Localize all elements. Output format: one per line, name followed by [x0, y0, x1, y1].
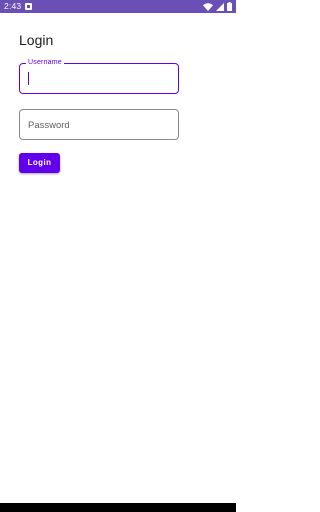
- status-bar: 2:43: [0, 0, 236, 13]
- username-field[interactable]: Username: [19, 58, 179, 94]
- status-time: 2:43: [4, 1, 22, 11]
- username-label: Username: [26, 58, 64, 67]
- login-screen: 2:43 Login Username Password Login: [0, 0, 236, 512]
- status-icons: [203, 2, 232, 11]
- login-button[interactable]: Login: [19, 153, 60, 173]
- signal-icon: [216, 2, 224, 11]
- battery-icon: [227, 2, 232, 11]
- password-placeholder: Password: [28, 120, 70, 131]
- notification-icon: [25, 3, 32, 10]
- page-title: Login: [19, 32, 54, 48]
- text-cursor: [28, 72, 29, 85]
- system-navigation-bar: [0, 503, 236, 512]
- password-field[interactable]: Password: [19, 109, 179, 140]
- wifi-icon: [203, 2, 213, 11]
